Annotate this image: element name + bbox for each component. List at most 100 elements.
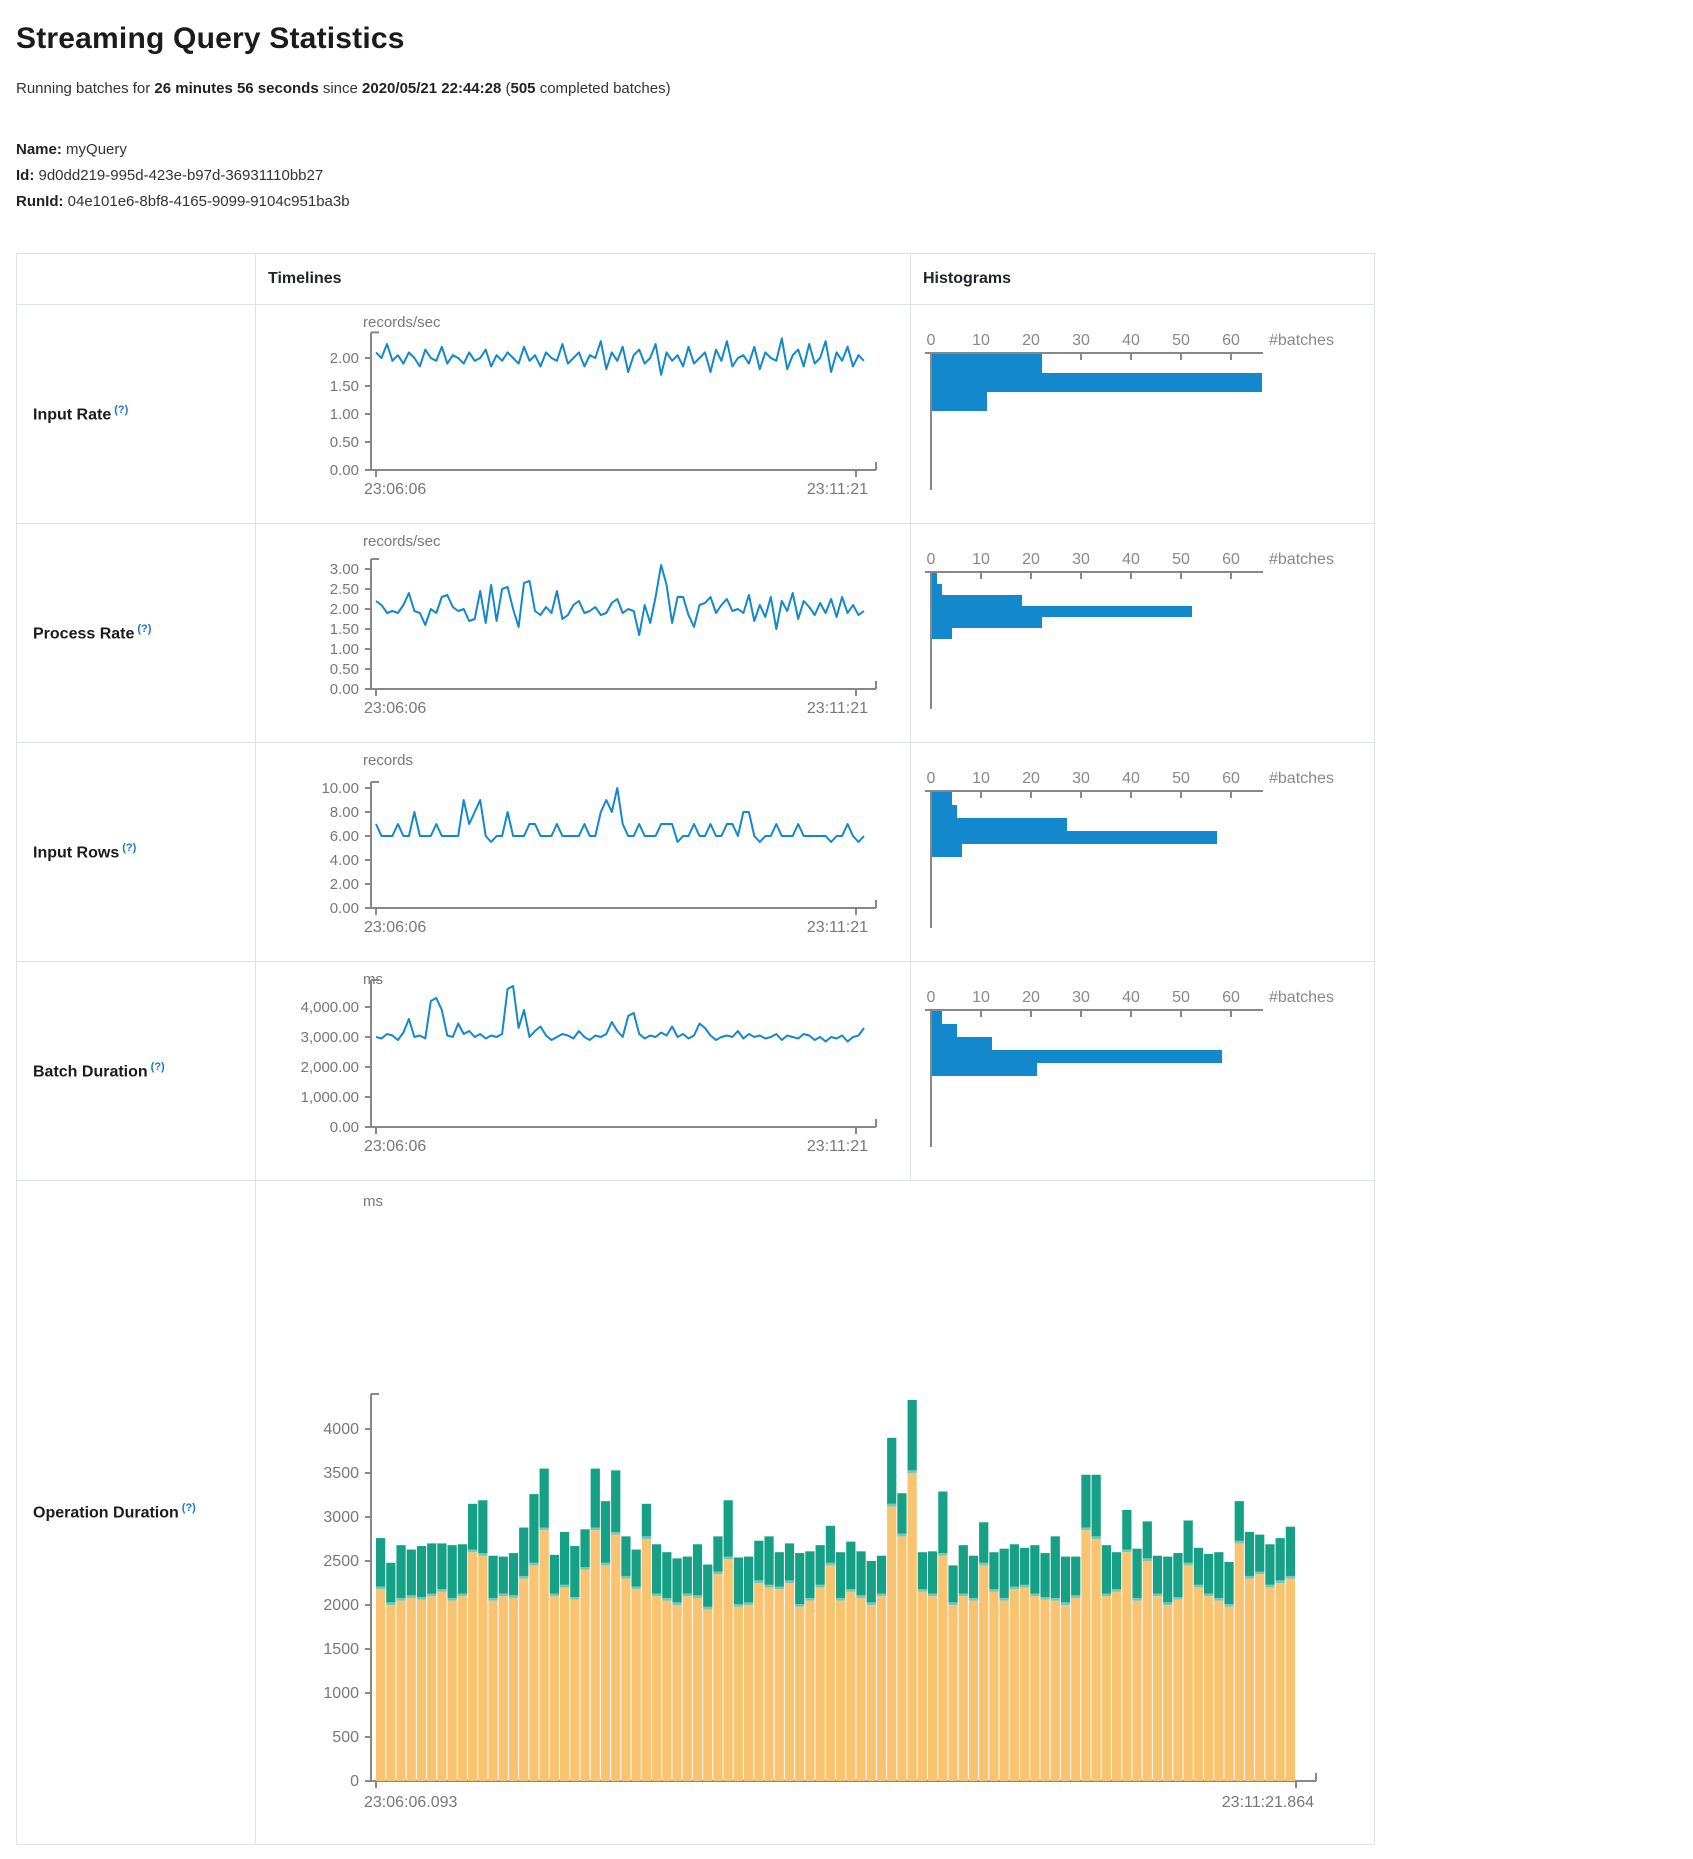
svg-text:500: 500 [332,1729,359,1746]
svg-text:records/sec: records/sec [363,314,441,331]
svg-text:records/sec: records/sec [363,533,441,550]
svg-text:6.00: 6.00 [330,828,359,845]
svg-text:20: 20 [1022,770,1040,787]
svg-text:0.00: 0.00 [330,1119,359,1136]
svg-text:10: 10 [972,989,990,1006]
empty-header-cell [17,254,256,305]
svg-text:23:06:06: 23:06:06 [364,700,426,717]
query-runid-line: RunId: 04e101e6-8bf8-4165-9099-9104c951b… [16,189,1677,215]
input-rows-timeline-chart: records0.002.004.006.008.0010.0023:06:06… [256,743,909,956]
svg-text:50: 50 [1172,551,1190,568]
svg-text:0: 0 [927,989,936,1006]
svg-text:4,000.00: 4,000.00 [301,999,359,1016]
svg-text:20: 20 [1022,551,1040,568]
svg-text:0: 0 [927,770,936,787]
svg-text:4.00: 4.00 [330,852,359,869]
svg-text:23:06:06: 23:06:06 [364,919,426,936]
streaming-query-statistics-page: Streaming Query Statistics Running batch… [0,0,1693,1859]
query-runid-value: 04e101e6-8bf8-4165-9099-9104c951ba3b [63,193,349,210]
svg-text:2.50: 2.50 [330,581,359,598]
table-row: Input Rows(?) records0.002.004.006.008.0… [17,743,1375,962]
svg-text:#batches: #batches [1269,551,1334,568]
svg-text:ms: ms [363,1193,383,1210]
table-row: Input Rate(?) records/sec0.000.501.001.5… [17,305,1375,524]
svg-text:23:11:21: 23:11:21 [807,481,868,498]
svg-text:3,000.00: 3,000.00 [301,1029,359,1046]
process-rate-help-icon[interactable]: (?) [137,623,151,635]
input-rows-label-cell: Input Rows(?) [17,743,256,962]
svg-text:#batches: #batches [1269,332,1334,349]
svg-text:1,000.00: 1,000.00 [301,1089,359,1106]
svg-text:10: 10 [972,551,990,568]
svg-text:2.00: 2.00 [330,876,359,893]
input-rate-timeline-chart: records/sec0.000.501.001.502.0023:06:062… [256,305,909,518]
svg-text:0: 0 [350,1773,359,1790]
svg-text:50: 50 [1172,770,1190,787]
svg-text:1.50: 1.50 [330,378,359,395]
svg-text:8.00: 8.00 [330,804,359,821]
running-summary: Running batches for 26 minutes 56 second… [16,80,1677,97]
svg-text:60: 60 [1222,332,1240,349]
svg-text:0.00: 0.00 [330,462,359,479]
process-rate-timeline-chart: records/sec0.000.501.001.502.002.503.002… [256,524,909,737]
svg-text:2.00: 2.00 [330,601,359,618]
page-title: Streaming Query Statistics [16,22,1677,56]
svg-text:40: 40 [1122,770,1140,787]
svg-text:0: 0 [927,332,936,349]
query-id-line: Id: 9d0dd219-995d-423e-b97d-36931110bb27 [16,163,1677,189]
svg-text:3000: 3000 [323,1509,359,1526]
svg-text:1000: 1000 [323,1685,359,1702]
svg-text:40: 40 [1122,332,1140,349]
input-rows-help-icon[interactable]: (?) [122,842,136,854]
svg-text:50: 50 [1172,332,1190,349]
timelines-header: Timelines [256,254,911,305]
operation-duration-label-cell: Operation Duration(?) [17,1181,256,1845]
svg-text:0.50: 0.50 [330,661,359,678]
svg-text:60: 60 [1222,770,1240,787]
svg-text:40: 40 [1122,989,1140,1006]
svg-text:1.00: 1.00 [330,641,359,658]
query-meta: Name: myQuery Id: 9d0dd219-995d-423e-b97… [16,137,1677,215]
svg-text:30: 30 [1072,770,1090,787]
svg-text:30: 30 [1072,989,1090,1006]
svg-text:#batches: #batches [1269,770,1334,787]
svg-text:3.00: 3.00 [330,561,359,578]
svg-text:23:06:06: 23:06:06 [364,481,426,498]
svg-text:60: 60 [1222,989,1240,1006]
svg-text:23:11:21.864: 23:11:21.864 [1222,1794,1314,1811]
svg-text:2.00: 2.00 [330,350,359,367]
query-id-value: 9d0dd219-995d-423e-b97d-36931110bb27 [34,167,323,184]
batch-duration-timeline-chart: ms0.001,000.002,000.003,000.004,000.0023… [256,962,909,1175]
process-rate-histogram-chart: 0 10 20 30 40 50 60 #batches [911,524,1373,737]
svg-text:23:11:21: 23:11:21 [807,1138,868,1155]
input-rate-help-icon[interactable]: (?) [114,404,128,416]
batch-duration-label-cell: Batch Duration(?) [17,962,256,1181]
svg-text:2500: 2500 [323,1553,359,1570]
svg-text:1.50: 1.50 [330,621,359,638]
start-time: 2020/05/21 22:44:28 [362,80,501,97]
table-row: Process Rate(?) records/sec0.000.501.001… [17,524,1375,743]
statistics-table: Timelines Histograms Input Rate(?) recor… [16,253,1375,1845]
svg-text:1.00: 1.00 [330,406,359,423]
svg-text:2,000.00: 2,000.00 [301,1059,359,1076]
table-row: Batch Duration(?) ms0.001,000.002,000.00… [17,962,1375,1181]
process-rate-label-cell: Process Rate(?) [17,524,256,743]
svg-text:40: 40 [1122,551,1140,568]
svg-text:60: 60 [1222,551,1240,568]
svg-text:30: 30 [1072,551,1090,568]
svg-text:0: 0 [927,551,936,568]
svg-text:10.00: 10.00 [321,780,359,797]
svg-text:23:06:06.093: 23:06:06.093 [364,1794,458,1811]
svg-text:10: 10 [972,770,990,787]
table-header-row: Timelines Histograms [17,254,1375,305]
table-row: Operation Duration(?) ms0500100015002000… [17,1181,1375,1845]
histograms-header: Histograms [911,254,1375,305]
batch-duration-help-icon[interactable]: (?) [151,1061,165,1073]
operation-duration-help-icon[interactable]: (?) [182,1502,196,1514]
svg-text:0.00: 0.00 [330,900,359,917]
svg-text:2000: 2000 [323,1597,359,1614]
input-rows-histogram-chart: 0 10 20 30 40 50 60 #batches [911,743,1373,956]
svg-text:50: 50 [1172,989,1190,1006]
svg-text:20: 20 [1022,332,1040,349]
svg-text:23:06:06: 23:06:06 [364,1138,426,1155]
